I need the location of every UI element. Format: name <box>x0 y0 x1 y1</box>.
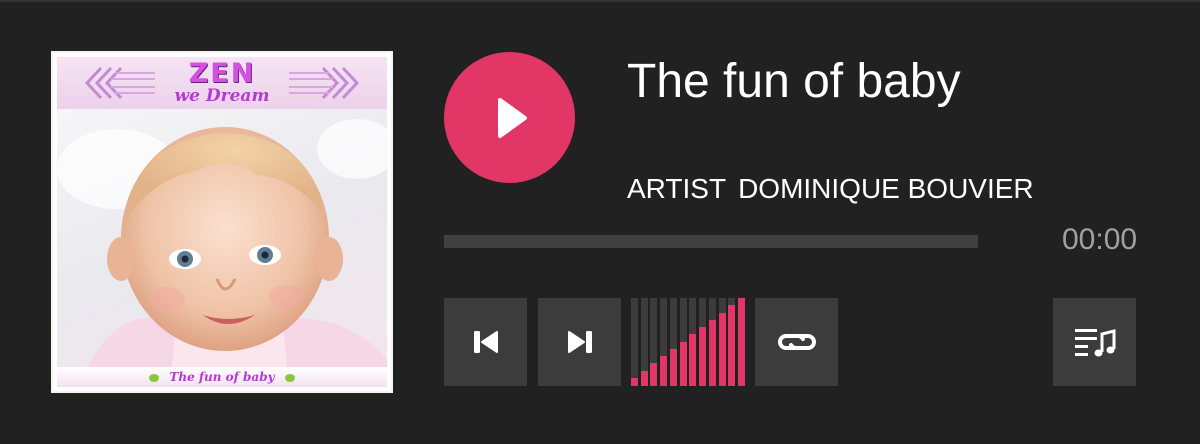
volume-bar-level <box>689 334 697 386</box>
volume-bar-level <box>631 378 638 386</box>
volume-bar-level <box>699 327 707 386</box>
cover-footer: The fun of baby <box>57 367 387 387</box>
artist-row: ARTIST DOMINIQUE BOUVIER <box>627 173 1034 205</box>
track-title: The fun of baby <box>627 55 961 108</box>
volume-bar-track <box>631 298 638 386</box>
volume-meter[interactable] <box>631 298 745 386</box>
volume-bar-level <box>669 349 677 386</box>
volume-bar-level <box>728 305 736 386</box>
volume-bar-level <box>679 342 687 386</box>
volume-bar-level <box>718 313 726 386</box>
cover-photo <box>57 109 387 367</box>
leaf-icon <box>149 373 160 382</box>
volume-bar-level <box>650 363 658 386</box>
repeat-icon <box>777 334 816 350</box>
cover-brand-subtitle: we Dream <box>174 86 270 106</box>
previous-button[interactable] <box>444 298 527 386</box>
play-icon <box>498 98 527 138</box>
artist-label: ARTIST <box>627 173 727 204</box>
cover-footer-text: The fun of baby <box>169 370 275 384</box>
skip-next-icon <box>567 331 592 353</box>
artist-name: DOMINIQUE BOUVIER <box>738 173 1034 204</box>
play-button[interactable] <box>444 52 575 183</box>
next-button[interactable] <box>538 298 621 386</box>
volume-bar-level <box>738 298 745 386</box>
playlist-button[interactable] <box>1053 298 1136 386</box>
top-border <box>0 0 1200 2</box>
volume-bar-level <box>640 371 648 386</box>
baby-illustration <box>57 119 387 367</box>
cover-banner: ZEN we Dream <box>57 57 387 109</box>
time-display: 00:00 <box>1062 223 1138 256</box>
leaf-icon <box>284 373 295 382</box>
volume-bar-level <box>708 320 716 386</box>
volume-bar-level <box>660 356 668 386</box>
progress-bar[interactable] <box>444 235 978 248</box>
cover-brand-title: ZEN <box>188 58 256 89</box>
album-cover: ZEN we Dream The fun of baby <box>51 51 393 393</box>
repeat-button[interactable] <box>755 298 838 386</box>
playlist-icon <box>1074 329 1115 357</box>
skip-previous-icon <box>473 331 498 353</box>
